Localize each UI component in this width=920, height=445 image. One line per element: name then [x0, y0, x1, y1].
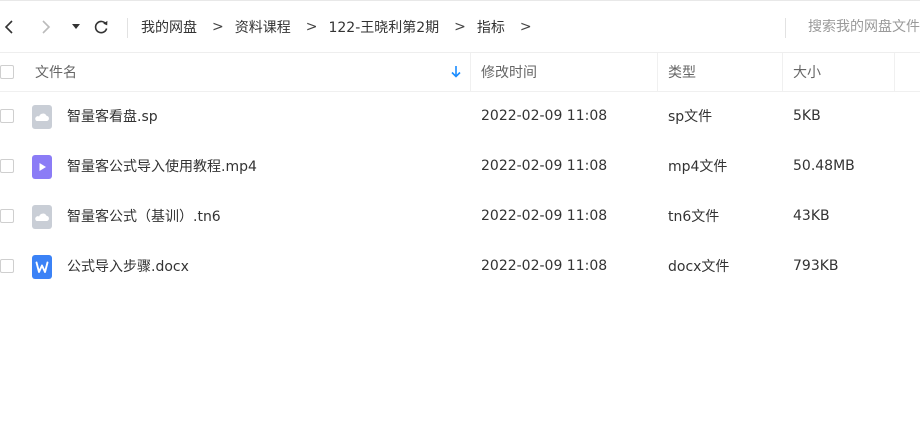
- breadcrumb-separator: >: [212, 19, 224, 35]
- table-row[interactable]: 公式导入步骤.docx 2022-02-09 11:08 docx文件 793K…: [0, 241, 920, 291]
- generic-file-icon: [32, 105, 52, 129]
- breadcrumb: 我的网盘 > 资料课程 > 122-王晓利第2期 > 指标 >: [141, 15, 543, 39]
- column-header-type-label: 类型: [668, 65, 696, 81]
- file-name[interactable]: 公式导入步骤.docx: [67, 241, 189, 291]
- column-header-type[interactable]: 类型: [668, 53, 696, 91]
- forward-icon: [42, 20, 51, 34]
- file-size: 793KB: [793, 258, 839, 274]
- back-button[interactable]: [0, 15, 18, 39]
- file-size: 5KB: [793, 108, 821, 124]
- file-type: sp文件: [668, 109, 713, 125]
- sort-down-icon[interactable]: [450, 65, 462, 79]
- toolbar: 我的网盘 > 资料课程 > 122-王晓利第2期 > 指标 >: [0, 1, 920, 53]
- history-dropdown-button[interactable]: [68, 15, 84, 39]
- forward-button[interactable]: [36, 15, 56, 39]
- table-row[interactable]: 智量客公式导入使用教程.mp4 2022-02-09 11:08 mp4文件 5…: [0, 141, 920, 191]
- breadcrumb-item-current[interactable]: 指标: [477, 17, 505, 37]
- breadcrumb-separator[interactable]: >: [520, 19, 532, 35]
- back-icon: [4, 20, 13, 34]
- file-size: 43KB: [793, 208, 830, 224]
- file-name[interactable]: 智量客看盘.sp: [67, 91, 158, 141]
- search-divider: [785, 18, 786, 38]
- table-row[interactable]: 智量客看盘.sp 2022-02-09 11:08 sp文件 5KB: [0, 91, 920, 141]
- column-header-modified-label: 修改时间: [481, 65, 537, 81]
- row-checkbox[interactable]: [0, 109, 14, 123]
- row-checkbox[interactable]: [0, 209, 14, 223]
- column-divider[interactable]: [657, 53, 658, 91]
- table-row[interactable]: 智量客公式（基训）.tn6 2022-02-09 11:08 tn6文件 43K…: [0, 191, 920, 241]
- file-name[interactable]: 智量客公式导入使用教程.mp4: [67, 141, 257, 191]
- select-all-checkbox[interactable]: [0, 65, 14, 79]
- column-divider[interactable]: [894, 53, 895, 91]
- breadcrumb-separator: >: [305, 19, 318, 35]
- file-size: 50.48MB: [793, 158, 855, 174]
- column-divider[interactable]: [470, 53, 471, 91]
- column-header-name[interactable]: 文件名: [35, 53, 77, 91]
- generic-file-icon: [32, 205, 52, 229]
- breadcrumb-item-root[interactable]: 我的网盘: [141, 17, 197, 37]
- file-type: mp4文件: [668, 159, 728, 175]
- file-modified: 2022-02-09 11:08: [481, 108, 608, 124]
- breadcrumb-item-period[interactable]: 122-王晓利第2期: [328, 17, 439, 37]
- column-header-size-label: 大小: [793, 65, 821, 81]
- toolbar-divider: [127, 18, 128, 38]
- search-box: [800, 15, 920, 39]
- breadcrumb-separator: >: [454, 19, 466, 35]
- word-file-icon: [32, 255, 52, 279]
- file-modified: 2022-02-09 11:08: [481, 158, 608, 174]
- column-header-name-label: 文件名: [35, 65, 77, 81]
- file-type: tn6文件: [668, 209, 720, 225]
- video-file-icon: [32, 155, 52, 179]
- column-header-size[interactable]: 大小: [793, 53, 821, 91]
- column-header-modified[interactable]: 修改时间: [481, 53, 537, 91]
- column-divider[interactable]: [782, 53, 783, 91]
- row-checkbox[interactable]: [0, 159, 14, 173]
- file-modified: 2022-02-09 11:08: [481, 208, 608, 224]
- table-header: 文件名 修改时间 类型 大小: [0, 53, 920, 92]
- refresh-icon: [94, 20, 108, 34]
- row-checkbox[interactable]: [0, 259, 14, 273]
- search-input[interactable]: [800, 19, 920, 35]
- file-type: docx文件: [668, 259, 730, 275]
- file-modified: 2022-02-09 11:08: [481, 258, 608, 274]
- history-dropdown-icon: [72, 24, 80, 29]
- breadcrumb-item-courses[interactable]: 资料课程: [235, 17, 291, 37]
- file-name[interactable]: 智量客公式（基训）.tn6: [67, 191, 221, 241]
- file-browser: 我的网盘 > 资料课程 > 122-王晓利第2期 > 指标 > 文件名 修改时间: [0, 0, 920, 445]
- refresh-button[interactable]: [90, 15, 112, 39]
